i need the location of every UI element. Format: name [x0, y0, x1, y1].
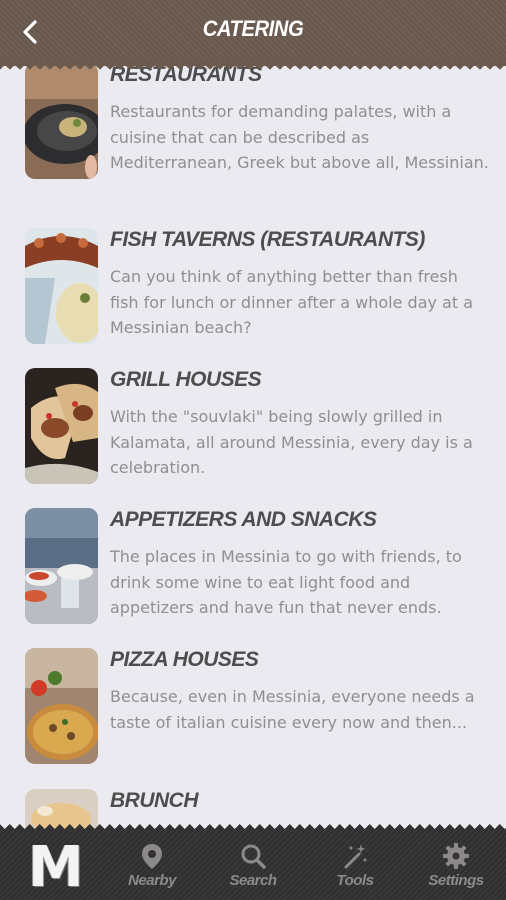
app-logo[interactable]: M [28, 840, 94, 896]
restaurants-thumbnail [25, 63, 98, 179]
location-pin-icon [142, 844, 162, 869]
list-item-grill-houses[interactable]: GRILL HOUSES With the "souvlaki" being s… [25, 368, 485, 498]
item-title: PIZZA HOUSES [110, 648, 259, 671]
item-description: Because, even in Messinia, everyone need… [110, 687, 475, 732]
item-description: Restaurants for demanding palates, with … [110, 102, 489, 172]
magic-wand-icon [344, 844, 367, 869]
tab-label: Search [229, 872, 277, 889]
header-edge [0, 60, 506, 70]
category-list[interactable]: RESTAURANTS Restaurants for demanding pa… [0, 0, 506, 840]
app-header: CATERING [0, 0, 506, 66]
grill-houses-thumbnail [25, 368, 98, 484]
item-title: APPETIZERS AND SNACKS [110, 508, 377, 531]
item-title: GRILL HOUSES [110, 368, 262, 391]
page-title: CATERING [202, 16, 304, 41]
tab-label: Nearby [128, 872, 176, 889]
tab-tools[interactable]: Tools [315, 836, 395, 896]
tab-settings[interactable]: Settings [416, 836, 496, 896]
item-title: FISH TAVERNS (RESTAURANTS) [110, 228, 425, 251]
list-item-restaurants[interactable]: RESTAURANTS Restaurants for demanding pa… [25, 63, 489, 193]
tab-search[interactable]: Search [213, 836, 293, 896]
pizza-houses-thumbnail [25, 648, 98, 764]
list-item-appetizers[interactable]: APPETIZERS AND SNACKS The places in Mess… [25, 508, 485, 638]
tab-label: Settings [428, 872, 484, 889]
search-icon [241, 844, 266, 869]
item-description: Can you think of anything better than fr… [110, 267, 474, 337]
tab-nearby[interactable]: Nearby [112, 836, 192, 896]
gear-icon [443, 843, 469, 869]
item-title: BRUNCH [110, 789, 199, 812]
tab-label: Tools [336, 872, 374, 889]
bottom-tab-bar: M Nearby Search Tools Settings [0, 830, 506, 900]
item-description: The places in Messinia to go with friend… [110, 547, 462, 617]
appetizers-thumbnail [25, 508, 98, 624]
fish-taverns-thumbnail [25, 228, 98, 344]
item-description: With the "souvlaki" being slowly grilled… [110, 407, 473, 477]
list-item-fish-taverns[interactable]: FISH TAVERNS (RESTAURANTS) Can you think… [25, 228, 485, 358]
list-item-pizza-houses[interactable]: PIZZA HOUSES Because, even in Messinia, … [25, 648, 485, 778]
